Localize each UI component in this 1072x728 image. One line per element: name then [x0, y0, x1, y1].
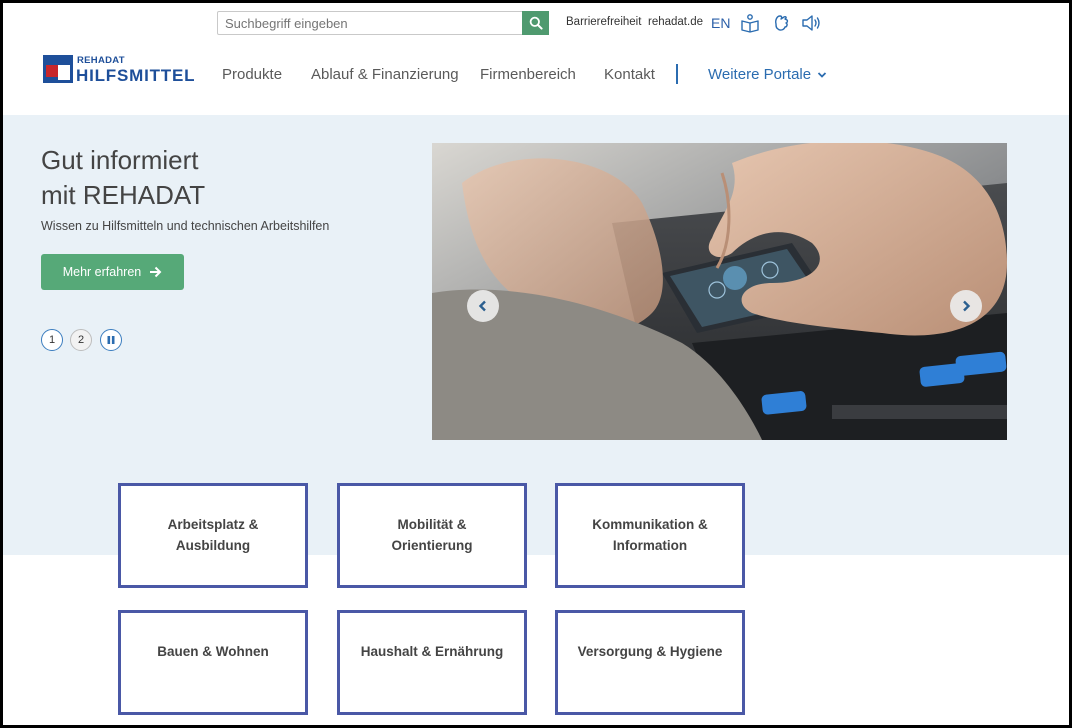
logo-mark	[43, 55, 73, 83]
category-tile-haushalt[interactable]: Haushalt & Ernährung	[337, 610, 527, 715]
search-button[interactable]	[522, 11, 549, 35]
category-tile-bauen-wohnen[interactable]: Bauen & Wohnen	[118, 610, 308, 715]
pause-icon	[107, 336, 115, 344]
nav-firmenbereich[interactable]: Firmenbereich	[480, 66, 576, 83]
read-aloud-icon[interactable]	[801, 13, 821, 33]
category-label: Kommunikation & Information	[592, 517, 708, 553]
chevron-left-icon	[478, 300, 486, 312]
slide-dot-2[interactable]: 2	[70, 329, 92, 351]
language-switch[interactable]: EN	[711, 15, 730, 31]
hero-title: Gut informiert mit REHADAT	[41, 145, 206, 210]
chevron-down-icon	[818, 72, 827, 78]
nav-divider	[676, 64, 678, 84]
category-label: Mobilität & Orientierung	[391, 517, 473, 553]
nav-weitere-portale[interactable]: Weitere Portale	[708, 66, 827, 83]
rehadat-link[interactable]: rehadat.de	[648, 16, 703, 28]
category-label: Bauen & Wohnen	[157, 644, 269, 659]
category-tile-versorgung[interactable]: Versorgung & Hygiene	[555, 610, 745, 715]
search-icon	[529, 16, 543, 30]
arrow-right-icon	[150, 266, 162, 278]
hero-subtitle: Wissen zu Hilfsmitteln und technischen A…	[41, 219, 330, 233]
nav-ablauf-finanzierung[interactable]: Ablauf & Finanzierung	[311, 66, 459, 83]
category-label: Haushalt & Ernährung	[360, 644, 504, 659]
nav-weitere-portale-label: Weitere Portale	[708, 66, 812, 83]
category-tile-kommunikation[interactable]: Kommunikation & Information	[555, 483, 745, 588]
search-box	[217, 11, 549, 35]
category-tile-arbeitsplatz[interactable]: Arbeitsplatz & Ausbildung	[118, 483, 308, 588]
category-label: Versorgung & Hygiene	[577, 644, 723, 659]
page: Barrierefreiheit rehadat.de EN REHADAT H…	[3, 3, 1069, 725]
sign-language-icon[interactable]	[771, 13, 791, 33]
category-label: Arbeitsplatz & Ausbildung	[167, 517, 259, 553]
nav-produkte[interactable]: Produkte	[222, 66, 282, 83]
hero-image	[432, 143, 1007, 440]
carousel-next-button[interactable]	[950, 290, 982, 322]
easy-language-icon[interactable]	[740, 13, 760, 33]
more-info-button[interactable]: Mehr erfahren	[41, 254, 184, 290]
category-tile-mobilitaet[interactable]: Mobilität & Orientierung	[337, 483, 527, 588]
chevron-right-icon	[963, 300, 971, 312]
carousel-prev-button[interactable]	[467, 290, 499, 322]
slide-dot-1[interactable]: 1	[41, 329, 63, 351]
accessibility-link[interactable]: Barrierefreiheit	[566, 16, 641, 28]
more-info-label: Mehr erfahren	[62, 265, 142, 279]
logo-small-text: REHADAT	[77, 55, 125, 66]
logo-big-text: HILFSMITTEL	[76, 66, 196, 85]
pause-button[interactable]	[100, 329, 122, 351]
search-input[interactable]	[218, 12, 523, 34]
nav-kontakt[interactable]: Kontakt	[604, 66, 655, 83]
